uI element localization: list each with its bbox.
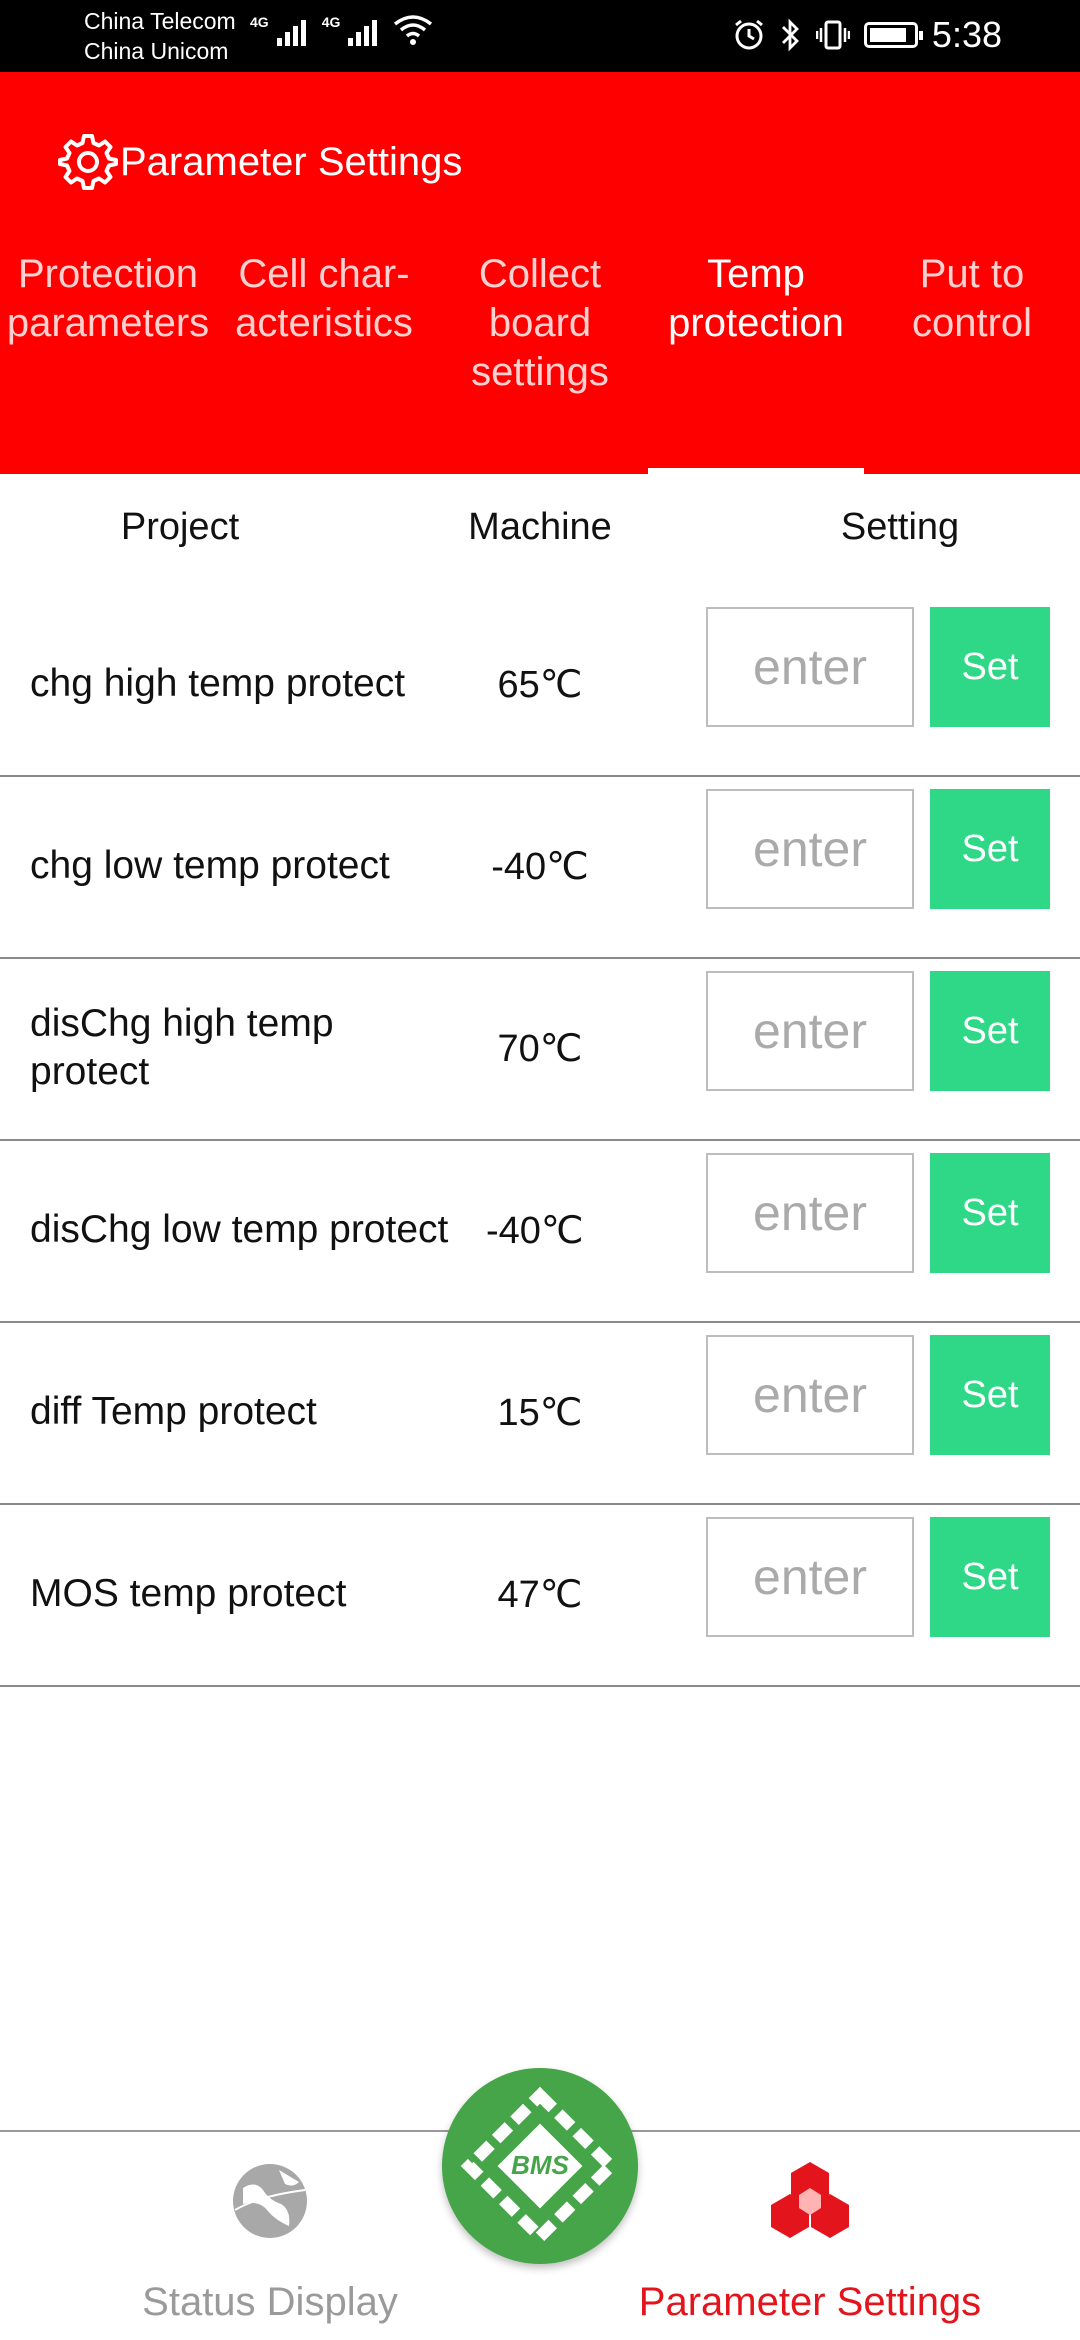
row-machine-value: -40℃ <box>486 1209 584 1252</box>
active-tab-indicator <box>648 468 864 474</box>
tab-label: Temp protection <box>668 252 844 345</box>
signal-icon <box>276 16 306 46</box>
row-machine-value: 70℃ <box>497 1027 583 1070</box>
status-right: 5:38 <box>732 14 1002 56</box>
setting-input[interactable] <box>706 1153 914 1273</box>
cube-icon <box>771 2162 849 2238</box>
tab-label: Cell char-acteristics <box>235 252 413 345</box>
row-project: MOS temp protect <box>30 1572 347 1615</box>
setting-input[interactable] <box>706 789 914 909</box>
bms-center-button[interactable]: BMS <box>442 2068 638 2264</box>
gear-icon <box>58 134 118 190</box>
bms-logo-text: BMS <box>511 2150 569 2180</box>
setting-input[interactable] <box>706 1335 914 1455</box>
nav-label: Status Display <box>142 2280 398 2324</box>
setting-input[interactable] <box>706 607 914 727</box>
row-project: chg low temp protect <box>30 844 390 887</box>
tab-bar: Protection parameters Cell char-acterist… <box>0 252 1080 474</box>
bms-logo-icon: BMS <box>460 2086 620 2246</box>
nav-label: Parameter Settings <box>638 2280 982 2324</box>
app-header: Parameter Settings Protection parameters… <box>0 72 1080 474</box>
wifi-icon <box>394 15 433 45</box>
carrier-2: China Unicom <box>84 38 229 64</box>
page-title: Parameter Settings <box>120 139 463 184</box>
table-row: disChg high temp protect 70℃ Set <box>0 959 1080 1141</box>
app-screen: China Telecom China Unicom 4G 4G 5:38 Pa… <box>0 0 1080 2340</box>
row-machine-value: 47℃ <box>497 1573 583 1616</box>
carrier-1: China Telecom <box>84 8 236 34</box>
tab-label: Put to control <box>911 252 1033 345</box>
table-row: chg low temp protect -40℃ Set <box>0 777 1080 959</box>
row-machine-value: 65℃ <box>497 663 583 706</box>
column-header-setting: Setting <box>840 506 960 548</box>
column-header-project: Project <box>120 506 240 548</box>
table-row: diff Temp protect 15℃ Set <box>0 1323 1080 1505</box>
table-row: chg high temp protect 65℃ Set <box>0 595 1080 777</box>
carrier-info: China Telecom China Unicom <box>84 6 236 66</box>
table-row: disChg low temp protect -40℃ Set <box>0 1141 1080 1323</box>
column-header-machine: Machine <box>468 506 612 548</box>
row-project: disChg low temp protect <box>30 1208 449 1251</box>
settings-table: chg high temp protect 65℃ Set chg low te… <box>0 595 1080 1687</box>
tab-collect-board-settings[interactable]: Collect board settings <box>432 252 648 474</box>
bluetooth-icon <box>781 18 799 52</box>
set-button[interactable]: Set <box>930 1153 1050 1273</box>
network-type-1: 4G <box>250 14 269 30</box>
clock: 5:38 <box>931 14 1002 55</box>
network-icons: 4G 4G <box>250 14 433 46</box>
tab-label: Collect board settings <box>471 252 609 394</box>
setting-input[interactable] <box>706 971 914 1091</box>
signal-icon <box>348 16 378 46</box>
setting-input[interactable] <box>706 1517 914 1637</box>
row-machine-value: -40℃ <box>491 845 589 888</box>
title-row: Parameter Settings <box>58 132 462 192</box>
tab-cell-characteristics[interactable]: Cell char-acteristics <box>216 252 432 474</box>
tab-put-to-control[interactable]: Put to control <box>864 252 1080 474</box>
table-row: MOS temp protect 47℃ Set <box>0 1505 1080 1687</box>
tab-temp-protection[interactable]: Temp protection <box>648 252 864 474</box>
battery-icon <box>863 22 923 48</box>
network-type-2: 4G <box>321 14 341 30</box>
set-button[interactable]: Set <box>930 1335 1050 1455</box>
row-project: disChg high temp protect <box>30 1002 334 1093</box>
set-button[interactable]: Set <box>930 607 1050 727</box>
row-project: chg high temp protect <box>30 662 406 705</box>
tab-protection-parameters[interactable]: Protection parameters <box>0 252 216 474</box>
set-button[interactable]: Set <box>930 1517 1050 1637</box>
row-project: diff Temp protect <box>30 1390 317 1433</box>
set-button[interactable]: Set <box>930 971 1050 1091</box>
globe-icon <box>233 2164 307 2238</box>
set-button[interactable]: Set <box>930 789 1050 909</box>
row-machine-value: 15℃ <box>497 1391 583 1434</box>
tab-label: Protection parameters <box>6 252 210 345</box>
status-bar: China Telecom China Unicom 4G 4G 5:38 <box>0 0 1080 72</box>
alarm-icon <box>734 19 763 50</box>
vibrate-icon <box>815 20 850 50</box>
